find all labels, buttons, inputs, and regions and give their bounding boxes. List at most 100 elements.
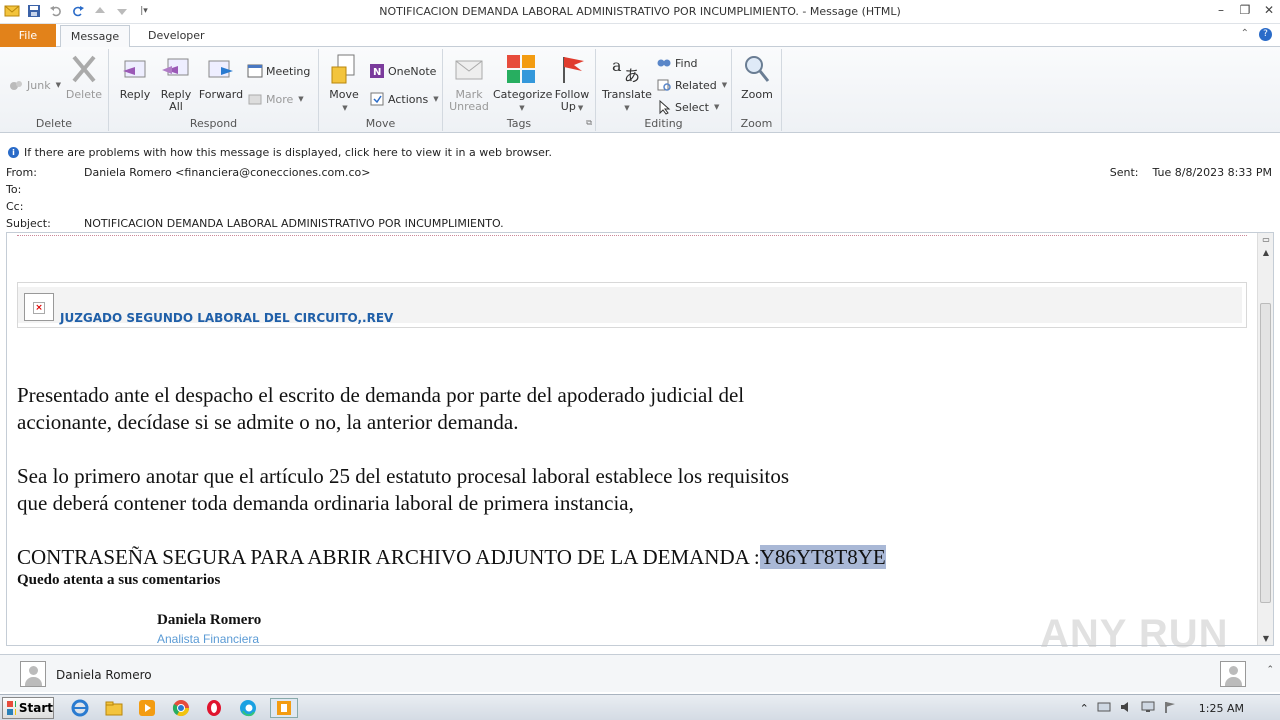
- signature-role: Analista Financiera: [157, 632, 260, 646]
- ribbon-tabs: File Message Developer ⌃ ?: [0, 24, 1280, 48]
- chrome-icon[interactable]: [171, 698, 191, 718]
- reply-all-button[interactable]: Reply All: [152, 53, 200, 113]
- password-value[interactable]: Y86YT8T8YE: [759, 545, 886, 569]
- opera-icon[interactable]: [204, 698, 224, 718]
- forward-button[interactable]: Forward: [197, 53, 245, 101]
- tab-developer[interactable]: Developer: [136, 25, 217, 48]
- tab-message[interactable]: Message: [60, 25, 130, 48]
- onenote-icon: N: [369, 63, 385, 79]
- forward-icon: [208, 60, 233, 78]
- onenote-button[interactable]: N OneNote: [369, 61, 436, 81]
- broken-image-icon: ×: [24, 293, 54, 321]
- delete-group-label: Delete: [35, 117, 73, 130]
- related-button[interactable]: Related ▼: [656, 75, 727, 95]
- tab-file[interactable]: File: [0, 24, 56, 47]
- move-button[interactable]: Move ▼: [320, 53, 368, 114]
- minimize-button[interactable]: –: [1214, 2, 1228, 18]
- network-icon[interactable]: [1097, 700, 1111, 717]
- system-tray: ⌃ 1:25 AM: [1080, 695, 1280, 720]
- display-icon[interactable]: [1141, 700, 1155, 717]
- message-body[interactable]: × JUZGADO SEGUNDO LABORAL DEL CIRCUITO,.…: [6, 232, 1274, 646]
- court-title: JUZGADO SEGUNDO LABORAL DEL CIRCUITO,.RE…: [60, 311, 394, 325]
- edge-icon[interactable]: [238, 698, 258, 718]
- related-icon: [656, 77, 672, 93]
- flag-icon: [563, 57, 584, 83]
- meeting-icon: [247, 63, 263, 79]
- info-bar-text: If there are problems with how this mess…: [24, 145, 552, 159]
- more-icon: [247, 91, 263, 107]
- sender-avatar[interactable]: [20, 661, 46, 687]
- paragraph-1-line-2: accionante, decídase si se admite o no, …: [17, 410, 519, 434]
- internet-explorer-icon[interactable]: [70, 698, 90, 718]
- scroll-split-icon[interactable]: ▭: [1258, 233, 1273, 245]
- closing-line: Quedo atenta a sus comentarios: [17, 572, 221, 588]
- help-icon[interactable]: ?: [1259, 28, 1272, 41]
- move-group-label: Move: [365, 117, 396, 130]
- info-bar[interactable]: i If there are problems with how this me…: [0, 143, 1280, 161]
- meeting-button[interactable]: Meeting: [247, 61, 310, 81]
- action-center-flag-icon[interactable]: [1163, 700, 1177, 717]
- paragraph-2-line-2: que deberá contener toda demanda ordinar…: [17, 491, 634, 515]
- info-icon: i: [8, 146, 19, 158]
- close-button[interactable]: ✕: [1262, 2, 1276, 18]
- actions-icon: [369, 91, 385, 107]
- zoom-button[interactable]: Zoom: [733, 53, 781, 101]
- zoom-group: Zoom Zoom: [732, 49, 782, 131]
- scroll-up-button[interactable]: ▲: [1258, 245, 1273, 259]
- editing-group-label: Editing: [644, 117, 683, 130]
- move-icon: [331, 54, 355, 84]
- actions-button[interactable]: Actions ▼: [369, 89, 439, 109]
- top-divider: [17, 235, 1247, 236]
- translate-button[interactable]: aあ Translate ▼: [602, 53, 652, 114]
- mark-unread-button[interactable]: Mark Unread: [445, 53, 493, 113]
- sent-value: Tue 8/8/2023 8:33 PM: [1152, 166, 1272, 179]
- scroll-down-button[interactable]: ▼: [1258, 631, 1273, 645]
- collapse-ribbon-icon[interactable]: ⌃: [1241, 28, 1249, 41]
- categorize-icon: [507, 55, 535, 83]
- tags-group: Mark Unread Categorize ▼ Follow Up ▼ Tags …: [443, 49, 596, 131]
- contact-avatar[interactable]: [1220, 661, 1246, 687]
- from-value[interactable]: Daniela Romero <financiera@conecciones.c…: [84, 166, 370, 179]
- subject-label: Subject:: [6, 217, 51, 230]
- subject-value: NOTIFICACION DEMANDA LABORAL ADMINISTRAT…: [84, 217, 504, 230]
- junk-button[interactable]: Junk ▼: [8, 75, 61, 95]
- select-button[interactable]: Select ▼: [656, 97, 719, 117]
- expand-people-pane-icon[interactable]: ⌃: [1266, 665, 1274, 675]
- respond-group-label: Respond: [189, 117, 238, 130]
- sent-info: Sent: Tue 8/8/2023 8:33 PM: [1110, 166, 1272, 179]
- outlook-taskbar-icon[interactable]: [270, 698, 298, 718]
- media-player-icon[interactable]: [137, 698, 157, 718]
- restore-button[interactable]: ❐: [1238, 2, 1252, 18]
- tags-dialog-launcher-icon[interactable]: ⧉: [586, 118, 592, 128]
- zoom-group-label: Zoom: [740, 117, 773, 130]
- scrollbar-thumb[interactable]: [1260, 303, 1271, 603]
- move-group: Move ▼ N OneNote Actions ▼ Move: [319, 49, 443, 131]
- clock[interactable]: 1:25 AM: [1199, 702, 1244, 715]
- vertical-scrollbar[interactable]: ▭ ▲ ▼: [1257, 233, 1273, 645]
- people-pane-name[interactable]: Daniela Romero: [56, 668, 152, 682]
- reply-all-icon: [162, 58, 189, 76]
- sent-label: Sent:: [1109, 166, 1139, 179]
- watermark: ANY RUN: [1040, 612, 1229, 656]
- more-respond-button[interactable]: More ▼: [247, 89, 304, 109]
- people-pane: Daniela Romero ⌃: [0, 654, 1280, 692]
- window-title: NOTIFICACION DEMANDA LABORAL ADMINISTRAT…: [379, 5, 901, 18]
- svg-text:あ: あ: [624, 66, 640, 85]
- from-label: From:: [6, 166, 37, 179]
- delete-button[interactable]: Delete: [60, 53, 108, 101]
- paragraph-1-line-1: Presentado ante el despacho el escrito d…: [17, 383, 745, 407]
- find-button[interactable]: Find: [656, 53, 698, 73]
- delete-group: Junk ▼ Delete Delete: [0, 49, 109, 131]
- to-label: To:: [6, 183, 22, 196]
- start-button[interactable]: Start: [2, 697, 54, 719]
- delete-icon: [72, 55, 96, 83]
- tray-expand-icon[interactable]: ⌃: [1080, 702, 1089, 715]
- follow-up-button[interactable]: Follow Up ▼: [548, 53, 596, 114]
- respond-group: Reply Reply All Forward Meeting More ▼ Re…: [109, 49, 319, 131]
- signature-name: Daniela Romero: [157, 612, 262, 628]
- categorize-button[interactable]: Categorize ▼: [493, 53, 552, 114]
- mark-unread-icon: [455, 60, 483, 80]
- find-icon: [656, 55, 672, 71]
- volume-icon[interactable]: [1119, 700, 1133, 717]
- file-explorer-icon[interactable]: [104, 698, 124, 718]
